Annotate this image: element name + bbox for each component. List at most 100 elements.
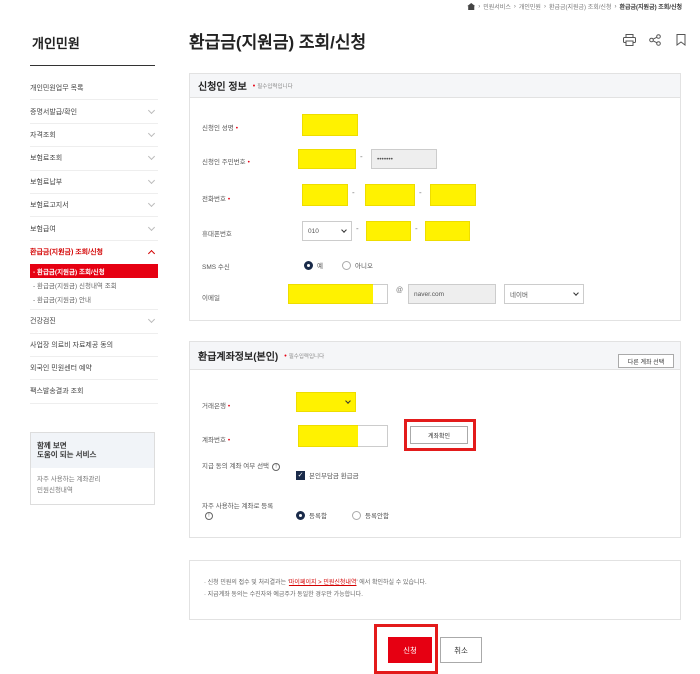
print-icon[interactable]	[622, 33, 636, 47]
share-icon[interactable]	[648, 33, 662, 47]
rrn-label: 신청인 주민번호 •	[202, 159, 250, 166]
frequent-row: 자주 사용하는 계좌로 등록!	[202, 502, 282, 521]
home-icon[interactable]	[467, 3, 476, 10]
radio-unchecked[interactable]	[342, 260, 351, 270]
email-at: @	[396, 287, 404, 294]
chevron-down-icon	[147, 106, 156, 114]
bookmark-icon[interactable]	[674, 33, 688, 47]
sidebar-item-fax-result[interactable]: 팩스발송결과 조회	[30, 380, 158, 404]
radio-checked[interactable]	[304, 260, 313, 270]
consent-row: 지급 동의 계좌 여부 선택!	[202, 462, 282, 471]
account-number-label: 계좌번호 •	[202, 437, 231, 444]
sidebar-item-premium-payment[interactable]: 보험료납부	[30, 171, 158, 194]
chevron-down-icon	[147, 129, 156, 138]
sidebar-item-label: 보험료고지서	[30, 202, 69, 210]
rrn-back-value: •••••••	[377, 155, 393, 163]
related-link-account[interactable]: 자주 사용하는 계좌관리	[37, 474, 148, 485]
phone-last-field[interactable]	[430, 184, 476, 206]
related-links: 자주 사용하는 계좌관리 민원신청내역	[31, 468, 154, 504]
phone-row: 전화번호 •	[202, 193, 230, 203]
sidebar-submenu: - 환급금(지원금) 조회/신청 - 환급금(지원금) 신청내역 조회 - 환급…	[30, 264, 158, 311]
phone-area-field[interactable]	[302, 184, 348, 206]
rrn-back-field[interactable]: •••••••	[371, 149, 437, 169]
rrn-front-field[interactable]	[298, 149, 356, 169]
sidebar-item-label: 개인민원업무 목록	[30, 85, 84, 93]
sidebar-menu: 개인민원업무 목록 증명서발급/확인 자격조회 보험료조회 보험료납부 보험료고…	[30, 77, 158, 404]
account-number-field-end	[358, 425, 388, 447]
page-title: 환급금(지원금) 조회/신청	[189, 33, 367, 52]
bank-label-text: 거래은행	[202, 403, 226, 410]
notice-line-1: · 신청 민원의 접수 및 처리결과는 '마이페이지 > 민원신청내역' 에서 …	[204, 577, 666, 589]
consent-check-label: 본인부담금 환급금	[309, 473, 359, 480]
consent-checkbox-option[interactable]: ✓ 본인부담금 환급금	[296, 470, 359, 480]
related-title-line2: 도움이 되는 서비스	[37, 450, 97, 460]
applicant-name-field[interactable]	[302, 114, 358, 136]
sidebar-item-refund[interactable]: 환급금(지원금) 조회/신청	[30, 241, 158, 264]
applicant-section-header: 신청인 정보 • 필수입력입니다	[190, 74, 680, 98]
mobile-middle-field[interactable]	[366, 221, 411, 241]
consent-label: 지급 동의 계좌 여부 선택!	[202, 462, 281, 471]
sms-row: SMS 수신	[202, 261, 230, 271]
breadcrumb-item[interactable]: 환급금(지원금) 조회/신청	[549, 2, 612, 11]
sms-yes-label: 예	[317, 263, 323, 270]
phone-middle-field[interactable]	[365, 184, 415, 206]
sms-yes-option[interactable]: 예	[304, 260, 323, 270]
sidebar-item-list[interactable]: 개인민원업무 목록	[30, 77, 158, 101]
dash: -	[419, 188, 422, 197]
sidebar-item-eligibility[interactable]: 자격조회	[30, 124, 158, 148]
required-note-text: 필수입력입니다	[288, 353, 325, 360]
chevron-down-icon	[147, 200, 156, 208]
mobile-label: 휴대폰번호	[202, 231, 232, 238]
email-domain-field[interactable]: naver.com	[408, 284, 496, 304]
required-note-text: 필수입력입니다	[257, 83, 293, 90]
sidebar-subitem-refund-apply[interactable]: - 환급금(지원금) 조회/신청	[30, 264, 158, 279]
related-link-history[interactable]: 민원신청내역	[37, 485, 148, 496]
info-icon[interactable]: !	[272, 463, 281, 471]
frequent-no-label: 등록안함	[365, 513, 389, 520]
mypage-link[interactable]: 마이페이지 > 민원신청내역	[289, 580, 357, 586]
verify-account-button[interactable]: 계좌확인	[410, 426, 468, 444]
dash: -	[360, 152, 363, 161]
sidebar-item-premium-notice[interactable]: 보험료고지서	[30, 194, 158, 218]
account-section: 환급계좌정보(본인) • 필수입력입니다 다른 계좌 선택 거래은행 • 계좌번호 •…	[189, 341, 681, 538]
mobile-prefix-select[interactable]: 010	[302, 221, 352, 241]
sidebar-item-checkup[interactable]: 건강검진	[30, 310, 158, 334]
sidebar-subitem-refund-history[interactable]: - 환급금(지원금) 신청내역 조회	[30, 278, 158, 292]
checkbox-checked[interactable]: ✓	[296, 470, 305, 480]
rrn-label-text: 신청인 주민번호	[202, 159, 246, 166]
frequent-no-option[interactable]: 등록안함	[352, 510, 389, 520]
section-title: 신청인 정보	[198, 82, 247, 93]
rrn-row: 신청인 주민번호 •	[202, 156, 250, 166]
sms-no-option[interactable]: 아니오	[342, 260, 373, 270]
chevron-down-icon	[345, 398, 351, 404]
cancel-button[interactable]: 취소	[440, 637, 482, 663]
account-number-label-text: 계좌번호	[202, 437, 226, 444]
breadcrumb-item[interactable]: 개인민원	[519, 2, 541, 11]
name-row: 신청인 성명 •	[202, 122, 238, 132]
other-account-button[interactable]: 다른 계좌 선택	[618, 354, 674, 368]
frequent-label: 자주 사용하는 계좌로 등록!	[202, 502, 282, 521]
sidebar-item-medical-consent[interactable]: 사업장 의료비 자료제공 동의	[30, 334, 158, 357]
sidebar-item-label: 외국인 민원센터 예약	[30, 365, 92, 373]
notice-line-2: · 지급계좌 동의는 수진자와 예금주가 동일한 경우만 가능합니다.	[204, 592, 363, 598]
sidebar-subitem-refund-guide[interactable]: - 환급금(지원금) 안내	[30, 292, 158, 306]
bank-select[interactable]	[296, 392, 356, 412]
sidebar-item-certificate[interactable]: 증명서발급/확인	[30, 100, 158, 124]
email-domain-value: naver.com	[414, 290, 444, 298]
mobile-row: 휴대폰번호	[202, 228, 232, 238]
account-number-field[interactable]	[298, 425, 362, 447]
radio-checked[interactable]	[296, 510, 305, 520]
related-title-line1: 함께 보면	[37, 441, 67, 450]
radio-unchecked[interactable]	[352, 510, 361, 520]
sidebar-item-premium-inquiry[interactable]: 보험료조회	[30, 147, 158, 171]
sidebar-item-benefits[interactable]: 보험급여	[30, 217, 158, 241]
frequent-yes-option[interactable]: 등록함	[296, 510, 327, 520]
apply-button[interactable]: 신청	[388, 637, 432, 663]
notice-text: ' 에서 확인하실 수 있습니다.	[356, 580, 427, 586]
email-domain-select[interactable]: 네이버	[504, 284, 584, 304]
info-icon[interactable]: !	[205, 512, 213, 521]
mobile-last-field[interactable]	[425, 221, 470, 241]
breadcrumb-current: 환급금(지원금) 조회/신청	[619, 5, 682, 11]
sidebar-item-foreigner-center[interactable]: 외국인 민원센터 예약	[30, 357, 158, 381]
breadcrumb-item[interactable]: 민원서비스	[483, 2, 511, 11]
